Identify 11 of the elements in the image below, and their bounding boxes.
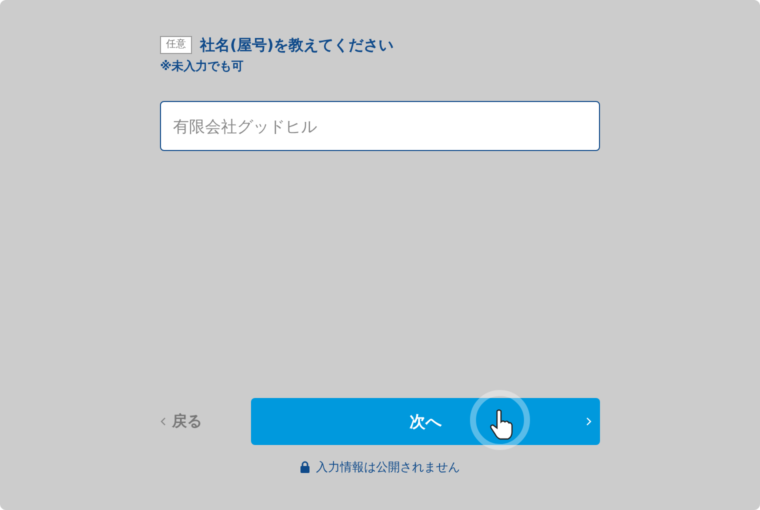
lock-icon — [300, 461, 310, 473]
company-name-field[interactable]: 有限会社グッドヒル — [160, 101, 600, 151]
next-button[interactable]: 次へ — [251, 398, 600, 445]
chevron-left-icon — [160, 417, 166, 426]
chevron-right-icon — [586, 417, 592, 426]
optional-badge: 任意 — [160, 36, 192, 54]
optional-note: ※未入力でも可 — [160, 58, 244, 75]
question-title: 社名(屋号)を教えてください — [200, 35, 394, 55]
back-button[interactable]: 戻る — [160, 398, 241, 445]
pointer-cursor-icon — [469, 389, 531, 451]
privacy-note: 入力情報は公開されません — [316, 459, 460, 476]
